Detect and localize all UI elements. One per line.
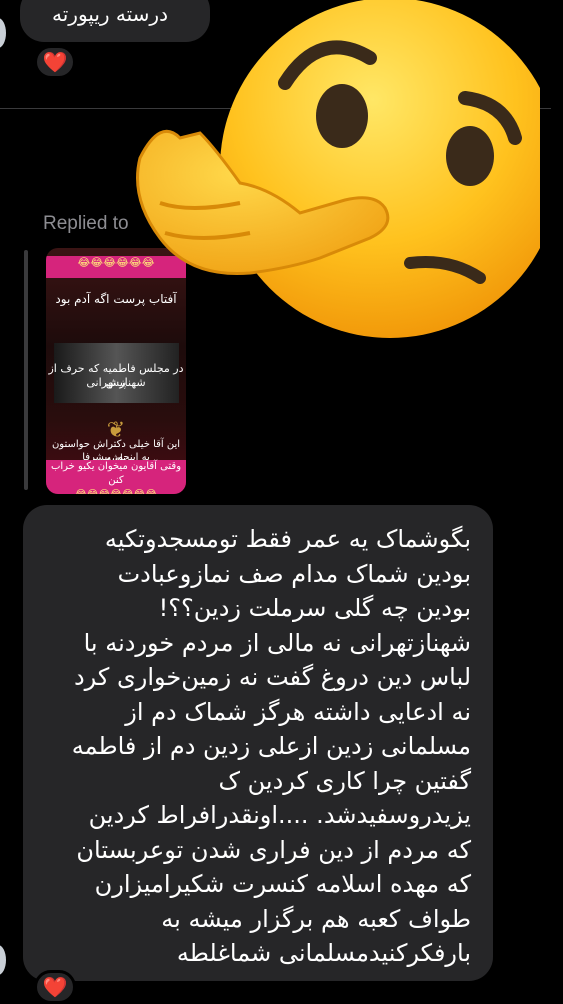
message-line: مسلمانی زدین ازعلی زدین دم از فاطمه	[71, 732, 471, 760]
message-line: شهنازتهرانی نه مالی از مردم خوردنه با	[83, 628, 471, 657]
thumbnail-bottom-emojis: 😂😂😂😂😂😂😂	[46, 488, 186, 494]
heart-reaction-icon[interactable]: ❤️	[34, 970, 76, 1004]
replied-to-label: Replied to	[43, 213, 129, 234]
avatar[interactable]	[0, 945, 6, 975]
heart-reaction-icon[interactable]: ❤️	[34, 45, 76, 79]
thinking-face-icon	[136, 0, 540, 338]
message-line: لباس دین دروغ گفت نه زمین‌خواری کرد	[73, 663, 471, 691]
message-line: طواف کعبه هم برگزار میشه به	[161, 904, 471, 933]
message-line: که مهده اسلامه کنسرت شکیرامیزارن	[94, 870, 471, 898]
thumbnail-bottom-strip: وقتی آقایون میخوان یکیو خراب کنن 😂😂😂😂😂😂😂	[46, 460, 186, 494]
reply-indicator-bar	[24, 250, 28, 490]
message-line: گفتین چرا کاری کردین ک	[218, 766, 471, 795]
avatar[interactable]	[0, 18, 6, 48]
message-line: یزیدروسفیدشد. ....اونقدرافراط کردین	[88, 801, 471, 829]
message-line: بگوشماک یه عمر فقط تومسجدوتکیه	[104, 525, 471, 553]
thumbnail-caption-bottom: وقتی آقایون میخوان یکیو خراب کنن	[50, 461, 182, 486]
message-line: نه ادعایی داشته هرگز شماک دم از	[125, 697, 471, 726]
message-line: بودین چه گلی سرملت زدین؟؟!	[158, 594, 471, 622]
message-line: که مردم از دین فراری شدن توعربستان	[76, 835, 471, 864]
message-line: بارفکرکنیدمسلمانی شماغلطه	[176, 939, 471, 967]
message-bubble-main[interactable]: بگوشماک یه عمر فقط تومسجدوتکیه بودین شما…	[23, 505, 493, 981]
thumbnail-caption-mid-2: شهناز تهرانی	[86, 376, 146, 389]
message-line: بودین شماک مدام صف نمازوعبادت	[117, 559, 471, 588]
